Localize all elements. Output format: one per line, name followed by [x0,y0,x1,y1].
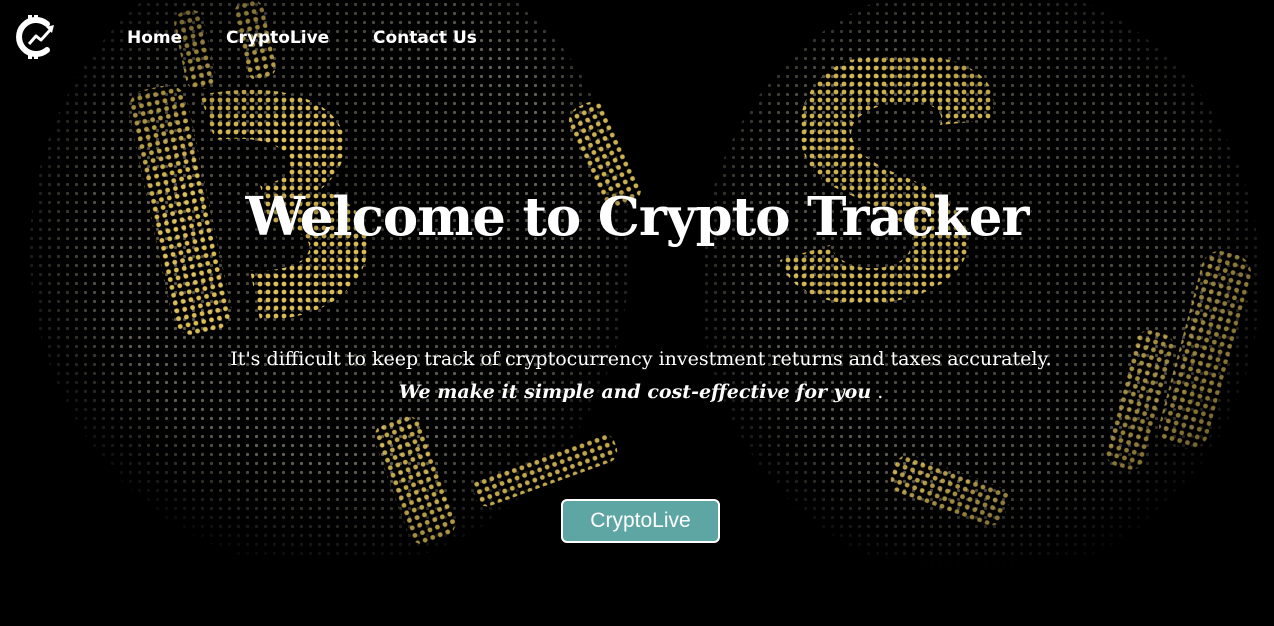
crypto-growth-logo-icon[interactable] [14,14,58,60]
cryptolive-button[interactable]: CryptoLive [561,499,720,543]
hero-description: It's difficult to keep track of cryptocu… [230,348,1052,370]
hero-tagline: We make it simple and cost-effective for… [398,381,872,403]
landing-page: Home CryptoLive Contact Us Welcome to Cr… [0,0,1274,626]
nav-link-contact-us[interactable]: Contact Us [373,28,477,48]
hero-tagline-line: We make it simple and cost-effective for… [0,381,1274,403]
hero-tagline-suffix: . [871,381,884,403]
top-navigation: Home CryptoLive Contact Us [0,0,1274,82]
nav-link-home[interactable]: Home [127,28,182,48]
hero-title: Welcome to Crypto Tracker [245,186,1030,248]
nav-link-cryptolive[interactable]: CryptoLive [226,28,329,48]
